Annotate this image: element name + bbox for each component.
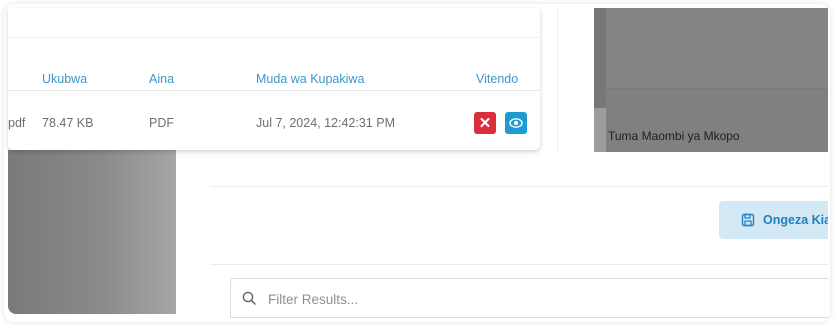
card-divider xyxy=(8,37,540,38)
delete-button[interactable]: ✕ xyxy=(474,112,496,134)
search-icon xyxy=(242,291,256,305)
view-button[interactable] xyxy=(505,112,527,134)
documents-table-card: Ukubwa Aina Muda wa Kupakiwa Vitendo pdf… xyxy=(8,8,540,150)
upload-time-cell: Jul 7, 2024, 12:42:31 PM xyxy=(256,116,395,130)
section-divider xyxy=(210,186,828,187)
frame-margin-right xyxy=(828,0,838,331)
column-header-type[interactable]: Aina xyxy=(149,72,174,86)
file-name-cell: pdf xyxy=(8,116,26,130)
file-type-cell: PDF xyxy=(149,116,174,130)
scrollbar-thumb[interactable] xyxy=(594,8,606,108)
modal-backdrop-left xyxy=(8,150,176,314)
gutter-column xyxy=(557,8,594,152)
column-header-actions: Vitendo xyxy=(476,72,519,86)
add-document-button[interactable]: Ongeza Kia xyxy=(719,201,838,239)
add-document-label: Ongeza Kia xyxy=(763,213,832,227)
column-header-size[interactable]: Ukubwa xyxy=(42,72,87,86)
filter-input[interactable] xyxy=(268,286,668,312)
close-icon: ✕ xyxy=(478,115,492,132)
scrollbar-track[interactable] xyxy=(594,8,606,152)
frame-margin-bottom xyxy=(0,320,838,331)
file-size-cell: 78.47 KB xyxy=(42,116,94,130)
eye-icon xyxy=(509,118,523,128)
table-header-divider xyxy=(8,90,540,91)
column-header-upload-time[interactable]: Muda wa Kupakiwa xyxy=(256,72,364,86)
floppy-disk-icon xyxy=(741,213,755,227)
apply-loan-label: Tuma Maombi ya Mkopo xyxy=(608,129,740,143)
